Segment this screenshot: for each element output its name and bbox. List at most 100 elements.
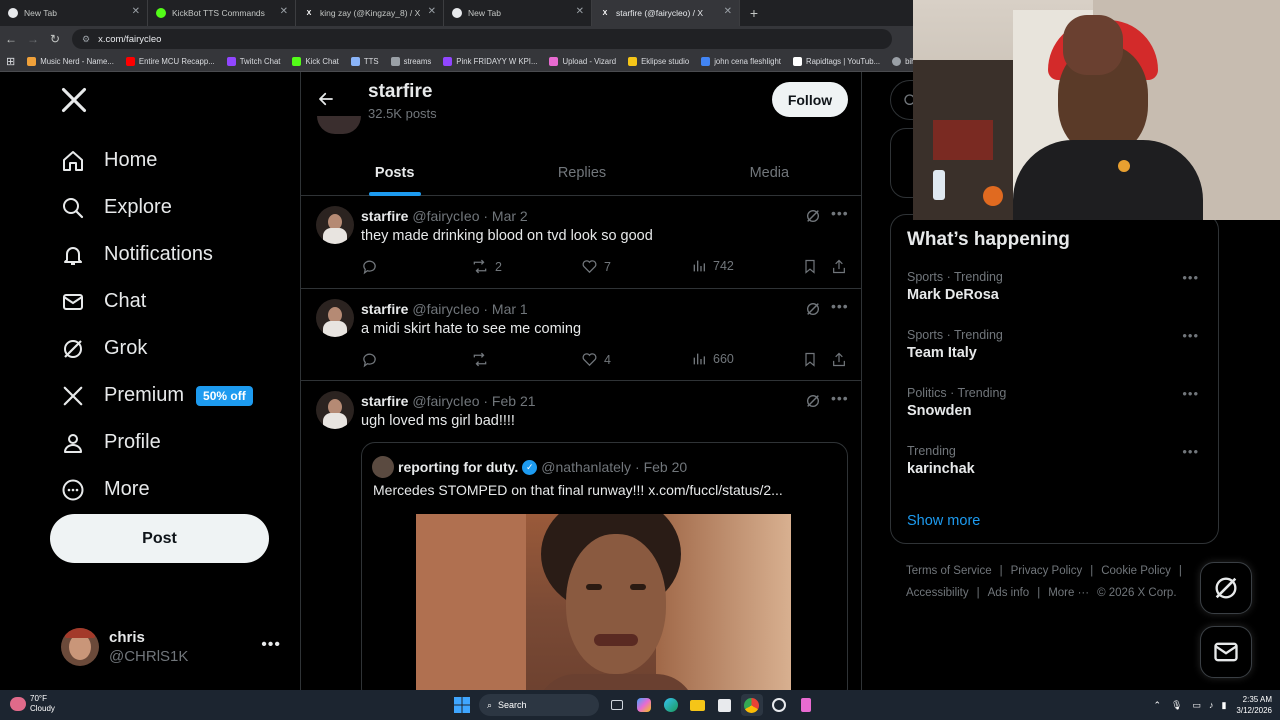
repost-button[interactable]: 2	[471, 258, 502, 275]
quoted-tweet[interactable]: reporting for duty. ✓ @nathanlately · Fe…	[361, 442, 848, 690]
nav-profile[interactable]: Profile	[60, 419, 253, 466]
x-logo-icon[interactable]	[60, 86, 88, 120]
reload-icon[interactable]: ↻	[44, 32, 66, 46]
close-tab-icon[interactable]: ✕	[576, 7, 584, 17]
browser-tab[interactable]: New Tab ✕	[444, 0, 592, 26]
trend-item[interactable]: Sports · Trending Mark DeRosa •••	[907, 270, 1207, 303]
browser-tab[interactable]: New Tab ✕	[0, 0, 148, 26]
tab-replies[interactable]: Replies	[488, 150, 675, 196]
nav-notifications[interactable]: Notifications	[60, 231, 253, 278]
follow-button[interactable]: Follow	[772, 82, 848, 117]
microphone-icon[interactable]: 🎙	[1171, 700, 1182, 711]
battery-icon[interactable]: ▮	[1221, 700, 1226, 711]
reply-button[interactable]	[361, 258, 384, 275]
show-more-link[interactable]: Show more	[907, 513, 980, 529]
quoted-video-thumbnail[interactable]	[416, 514, 791, 690]
nav-chat[interactable]: Chat	[60, 278, 253, 325]
more-dots-icon[interactable]: •••	[1182, 270, 1199, 285]
browser-tab[interactable]: X king zay (@Kingzay_8) / X ✕	[296, 0, 444, 26]
share-button[interactable]	[831, 258, 853, 275]
bookmark[interactable]: Upload - Vizard	[549, 57, 616, 66]
clock[interactable]: 2:35 AM 3/12/2026	[1236, 694, 1272, 716]
nav-grok[interactable]: Grok	[60, 325, 253, 372]
footer-link-accessibility[interactable]: Accessibility	[906, 587, 969, 599]
close-tab-icon[interactable]: ✕	[428, 7, 436, 17]
store-icon[interactable]	[714, 694, 736, 716]
more-dots-icon[interactable]: •••	[831, 298, 849, 314]
bookmark[interactable]: Kick Chat	[292, 57, 339, 66]
like-button[interactable]: 7	[581, 258, 611, 275]
bookmark[interactable]: Eklipse studio	[628, 57, 689, 66]
trend-item[interactable]: Politics · Trending Snowden •••	[907, 386, 1207, 419]
app-icon[interactable]	[795, 694, 817, 716]
tweet-date[interactable]: · Feb 21	[483, 393, 535, 409]
footer-link-cookie[interactable]: Cookie Policy	[1101, 565, 1171, 577]
bookmark[interactable]: Rapidtags | YouTub...	[792, 57, 880, 66]
chevron-up-icon[interactable]: ⌃	[1153, 700, 1161, 711]
grok-fab-button[interactable]	[1200, 562, 1252, 614]
weather-widget[interactable]: 70°F Cloudy	[10, 694, 55, 714]
footer-link-ads-info[interactable]: Ads info	[988, 587, 1030, 599]
browser-tab-active[interactable]: X starfire (@fairycleo) / X ✕	[592, 0, 740, 26]
forward-icon[interactable]: →	[22, 32, 44, 46]
tweet[interactable]: starfire @fairycIeo · Mar 1 ••• a midi s…	[301, 289, 861, 381]
trend-item[interactable]: Trending karinchak •••	[907, 444, 1207, 477]
tweet[interactable]: starfire @fairycIeo · Feb 21 ••• ugh lov…	[301, 381, 861, 690]
bookmark[interactable]: john cena fleshlight	[701, 57, 781, 66]
tweet-avatar[interactable]	[316, 391, 354, 429]
bookmark-button[interactable]	[802, 351, 824, 368]
site-info-icon[interactable]: ⚙	[82, 34, 90, 45]
nav-more[interactable]: More	[60, 466, 253, 513]
app-icon[interactable]	[768, 694, 790, 716]
bookmark[interactable]: Entire MCU Recapp...	[125, 57, 215, 66]
close-tab-icon[interactable]: ✕	[132, 7, 140, 17]
account-switcher[interactable]: chris @CHRlS1K •••	[61, 628, 283, 666]
trend-item[interactable]: Sports · Trending Team Italy •••	[907, 328, 1207, 361]
tweet-author-handle[interactable]: @fairycIeo	[412, 301, 479, 317]
grok-icon[interactable]	[805, 208, 821, 224]
tab-media[interactable]: Media	[676, 150, 861, 196]
more-dots-icon[interactable]: •••	[831, 205, 849, 221]
network-icon[interactable]: ▭	[1192, 700, 1201, 711]
tweet-date[interactable]: · Mar 2	[483, 208, 527, 224]
grok-icon[interactable]	[805, 301, 821, 317]
more-dots-icon[interactable]: •••	[261, 636, 281, 654]
bookmark[interactable]: TTS	[350, 57, 379, 66]
address-bar[interactable]: ⚙ x.com/fairycleo	[72, 29, 892, 49]
share-button[interactable]	[831, 351, 853, 368]
nav-premium[interactable]: Premium 50% off	[60, 372, 253, 419]
browser-tab[interactable]: KickBot TTS Commands ✕	[148, 0, 296, 26]
bookmark-button[interactable]	[802, 258, 824, 275]
tweet-author-handle[interactable]: @fairycIeo	[412, 208, 479, 224]
taskbar-search[interactable]: ⌕ Search	[479, 694, 599, 716]
footer-link-more[interactable]: More ···	[1048, 587, 1089, 599]
nav-explore[interactable]: Explore	[60, 184, 253, 231]
repost-button[interactable]	[471, 351, 495, 368]
views-button[interactable]: 742	[691, 258, 734, 274]
bookmark[interactable]: Twitch Chat	[226, 57, 280, 66]
copilot-icon[interactable]	[633, 694, 655, 716]
bookmark[interactable]: Music Nerd - Name...	[27, 57, 114, 66]
tweet[interactable]: starfire @fairycIeo · Mar 2 ••• they mad…	[301, 196, 861, 289]
more-dots-icon[interactable]: •••	[1182, 386, 1199, 401]
new-tab-button[interactable]: +	[740, 5, 768, 21]
post-button[interactable]: Post	[50, 514, 269, 563]
tweet-author-name[interactable]: starfire	[361, 208, 408, 224]
back-arrow-icon[interactable]	[317, 90, 335, 113]
grok-icon[interactable]	[805, 393, 821, 409]
bookmark[interactable]: streams	[390, 57, 431, 66]
close-tab-icon[interactable]: ✕	[724, 7, 732, 17]
windows-start-icon[interactable]	[451, 694, 473, 716]
bookmark[interactable]: Pink FRIDAYY W KPI...	[443, 57, 537, 66]
tweet-author-name[interactable]: starfire	[361, 301, 408, 317]
footer-link-privacy[interactable]: Privacy Policy	[1011, 565, 1083, 577]
tweet-avatar[interactable]	[316, 299, 354, 337]
apps-icon[interactable]: ⊞	[6, 55, 15, 68]
tweet-author-handle[interactable]: @fairycIeo	[412, 393, 479, 409]
reply-button[interactable]	[361, 351, 384, 368]
more-dots-icon[interactable]: •••	[1182, 444, 1199, 459]
views-button[interactable]: 660	[691, 351, 734, 367]
back-icon[interactable]: ←	[0, 32, 22, 46]
close-tab-icon[interactable]: ✕	[280, 7, 288, 17]
more-dots-icon[interactable]: •••	[831, 390, 849, 406]
